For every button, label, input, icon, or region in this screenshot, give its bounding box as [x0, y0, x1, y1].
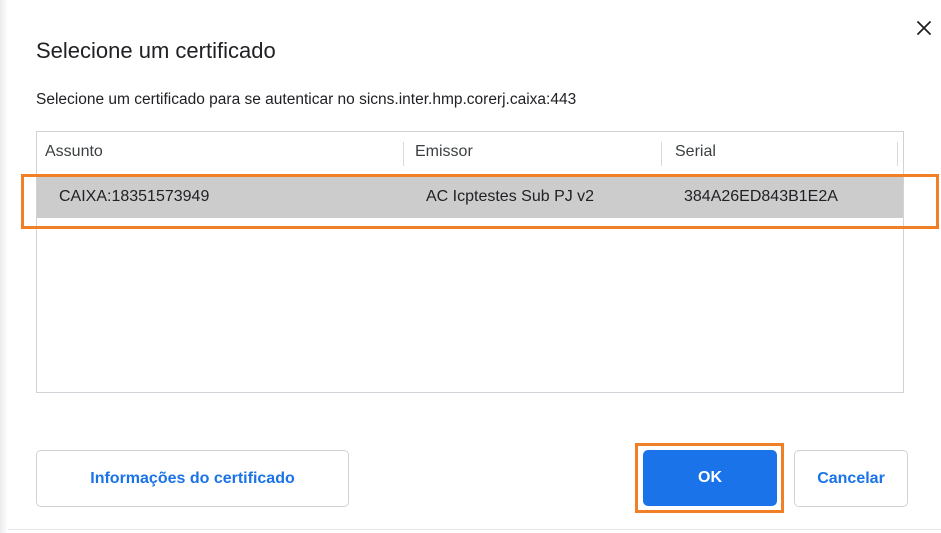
ok-button[interactable]: OK	[643, 450, 777, 506]
certificate-table: Assunto Emissor Serial CAIXA:18351573949…	[36, 131, 904, 393]
cell-issuer: AC Icptestes Sub PJ v2	[426, 188, 595, 205]
cell-subject: CAIXA:18351573949	[59, 188, 210, 205]
cancel-button[interactable]: Cancelar	[794, 450, 908, 507]
column-separator[interactable]	[897, 142, 898, 166]
certificate-dialog: Selecione um certificado Selecione um ce…	[0, 0, 941, 533]
dialog-subtitle: Selecione um certificado para se autenti…	[36, 91, 577, 108]
close-icon	[917, 21, 931, 35]
table-row[interactable]: CAIXA:18351573949 AC Icptestes Sub PJ v2…	[37, 176, 903, 218]
column-header-issuer[interactable]: Emissor	[415, 132, 473, 172]
table-header: Assunto Emissor Serial	[37, 132, 903, 172]
column-header-subject[interactable]: Assunto	[45, 132, 103, 172]
dialog-shadow	[0, 0, 8, 533]
column-separator[interactable]	[661, 142, 662, 166]
cell-serial: 384A26ED843B1E2A	[684, 188, 838, 205]
column-header-serial[interactable]: Serial	[675, 132, 716, 172]
certificate-info-button[interactable]: Informações do certificado	[36, 450, 349, 507]
close-button[interactable]	[914, 16, 934, 40]
dialog-bottom-edge	[8, 529, 941, 530]
dialog-title: Selecione um certificado	[36, 38, 276, 63]
column-separator[interactable]	[403, 142, 404, 166]
